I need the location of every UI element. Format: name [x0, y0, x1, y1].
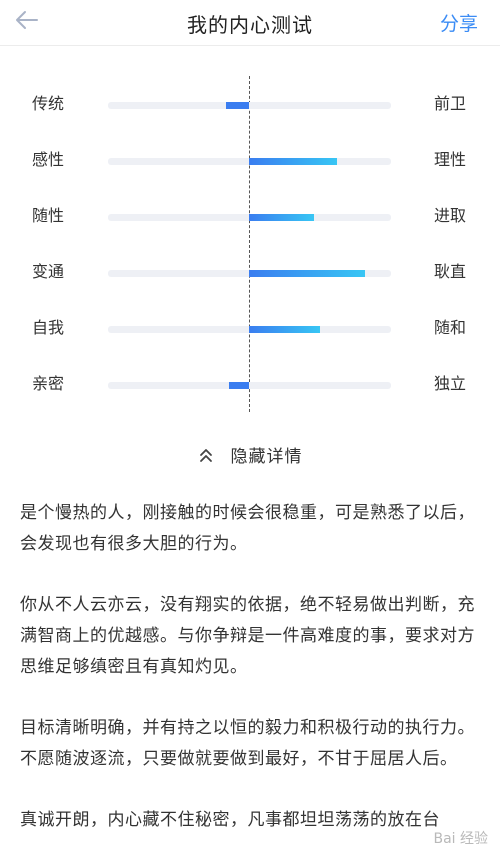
- trait-fill: [249, 158, 337, 165]
- trait-track: [108, 382, 391, 389]
- hide-details-toggle[interactable]: 隐藏详情: [0, 442, 500, 472]
- trait-chart: 传统 前卫感性 理性随性 进取变通 耿直自我 随和亲密 独立: [0, 76, 500, 412]
- header-bar: 我的内心测试 分享: [0, 0, 500, 46]
- trait-track: [108, 326, 391, 333]
- trait-right-label: 独立: [434, 374, 467, 393]
- watermark: Bai 经验: [433, 831, 488, 847]
- trait-left-label: 自我: [32, 318, 65, 337]
- description-section: 是个慢热的人，刚接触的时候会很稳重，可是熟悉了以后，会发现也有很多大胆的行为。 …: [20, 498, 484, 854]
- trait-row: 亲密 独立: [0, 372, 500, 396]
- double-chevron-up-icon: [200, 448, 213, 462]
- trait-left-label: 随性: [32, 206, 65, 225]
- trait-right-label: 前卫: [434, 94, 467, 113]
- description-paragraph: 是个慢热的人，刚接触的时候会很稳重，可是熟悉了以后，会发现也有很多大胆的行为。: [20, 503, 475, 554]
- trait-row: 自我 随和: [0, 316, 500, 340]
- trait-fill: [249, 270, 366, 277]
- trait-right-label: 随和: [434, 318, 467, 337]
- trait-fill: [226, 102, 249, 109]
- center-divider: [249, 76, 250, 412]
- description-paragraph: 真诚开朗，内心藏不住秘密，凡事都坦坦荡荡的放在台: [20, 810, 440, 830]
- hide-details-label: 隐藏详情: [230, 447, 303, 467]
- trait-track: [108, 270, 391, 277]
- trait-fill: [249, 326, 320, 333]
- trait-left-label: 传统: [32, 94, 65, 113]
- trait-right-label: 理性: [434, 150, 467, 169]
- trait-left-label: 变通: [32, 262, 65, 281]
- trait-right-label: 耿直: [434, 262, 467, 281]
- trait-row: 变通 耿直: [0, 260, 500, 284]
- description-paragraph: 目标清晰明确，并有持之以恒的毅力和积极行动的执行力。不愿随波逐流，只要做就要做到…: [20, 718, 475, 769]
- description-paragraph: 你从不人云亦云，没有翔实的依据，绝不轻易做出判断，充满智商上的优越感。与你争辩是…: [20, 595, 475, 677]
- trait-right-label: 进取: [434, 206, 467, 225]
- share-button[interactable]: 分享: [440, 9, 478, 36]
- trait-track: [108, 214, 391, 221]
- trait-track: [108, 158, 391, 165]
- trait-left-label: 感性: [32, 150, 65, 169]
- trait-row: 感性 理性: [0, 148, 500, 172]
- trait-row: 传统 前卫: [0, 92, 500, 116]
- trait-fill: [249, 214, 315, 221]
- trait-track: [108, 102, 391, 109]
- trait-fill: [229, 382, 249, 389]
- page-title: 我的内心测试: [187, 13, 313, 37]
- trait-left-label: 亲密: [32, 374, 65, 393]
- trait-row: 随性 进取: [0, 204, 500, 228]
